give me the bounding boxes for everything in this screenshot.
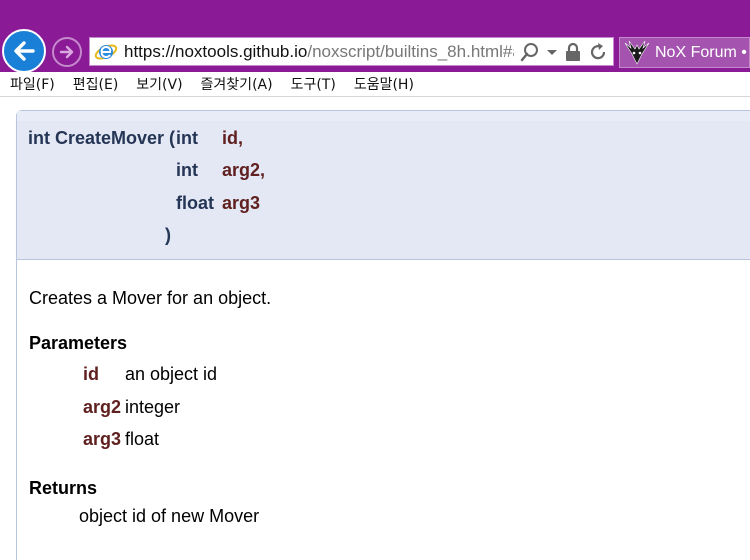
param-type: int	[176, 128, 198, 148]
forward-button[interactable]	[52, 37, 82, 67]
menu-help[interactable]: 도움말(H)	[344, 74, 422, 94]
dropdown-arrow-icon[interactable]	[546, 47, 558, 57]
returns-heading: Returns	[29, 478, 98, 498]
param-name: arg2,	[222, 160, 266, 180]
menu-file[interactable]: 파일(F)	[0, 74, 63, 94]
param-name: arg3	[222, 193, 261, 213]
url-text[interactable]: https://noxtools.github.io/noxscript/bui…	[124, 42, 514, 62]
browser-tab[interactable]: NoX Forum • V	[619, 37, 750, 68]
parameter-description: an object id	[125, 364, 218, 384]
url-host: https://noxtools.github.io	[124, 41, 308, 61]
parameter-description: integer	[125, 397, 181, 417]
function-description: Creates a Mover for an object.	[29, 288, 272, 308]
param-type: int	[176, 160, 198, 180]
refresh-icon[interactable]	[588, 42, 608, 62]
parameters-heading: Parameters	[29, 333, 128, 353]
menu-tools[interactable]: 도구(T)	[281, 74, 344, 94]
lock-icon[interactable]	[564, 42, 582, 62]
menu-favorites[interactable]: 즐겨찾기(A)	[191, 74, 281, 94]
menu-view[interactable]: 보기(V)	[126, 74, 190, 94]
function-prototype-box: int CreateMover ( int id, int arg2, floa…	[16, 110, 750, 260]
nox-forum-favicon-icon	[624, 40, 650, 65]
parameter-name: arg3	[83, 429, 122, 449]
returns-description: object id of new Mover	[79, 506, 260, 526]
menu-edit[interactable]: 편집(E)	[63, 74, 127, 94]
param-name: id,	[222, 128, 243, 148]
parameter-name: id	[83, 364, 99, 384]
param-type: float	[176, 193, 214, 213]
url-path: /noxscript/builtins_8h.html#a124	[307, 41, 514, 61]
function-signature: int CreateMover (	[28, 128, 176, 148]
internet-explorer-icon	[94, 44, 118, 59]
back-button[interactable]	[2, 29, 46, 73]
arrow-right-icon	[59, 45, 74, 59]
arrow-left-icon	[14, 41, 35, 61]
address-bar[interactable]: https://noxtools.github.io/noxscript/bui…	[89, 37, 614, 66]
parameter-description: float	[125, 429, 160, 449]
closing-paren: )	[165, 225, 171, 245]
parameter-name: arg2	[83, 397, 122, 417]
menu-bar: 파일(F) 편집(E) 보기(V) 즐겨찾기(A) 도구(T) 도움말(H)	[0, 72, 750, 97]
function-documentation: Creates a Mover for an object. Parameter…	[16, 260, 750, 560]
tab-title: NoX Forum • V	[655, 43, 749, 61]
search-icon[interactable]	[520, 42, 540, 62]
